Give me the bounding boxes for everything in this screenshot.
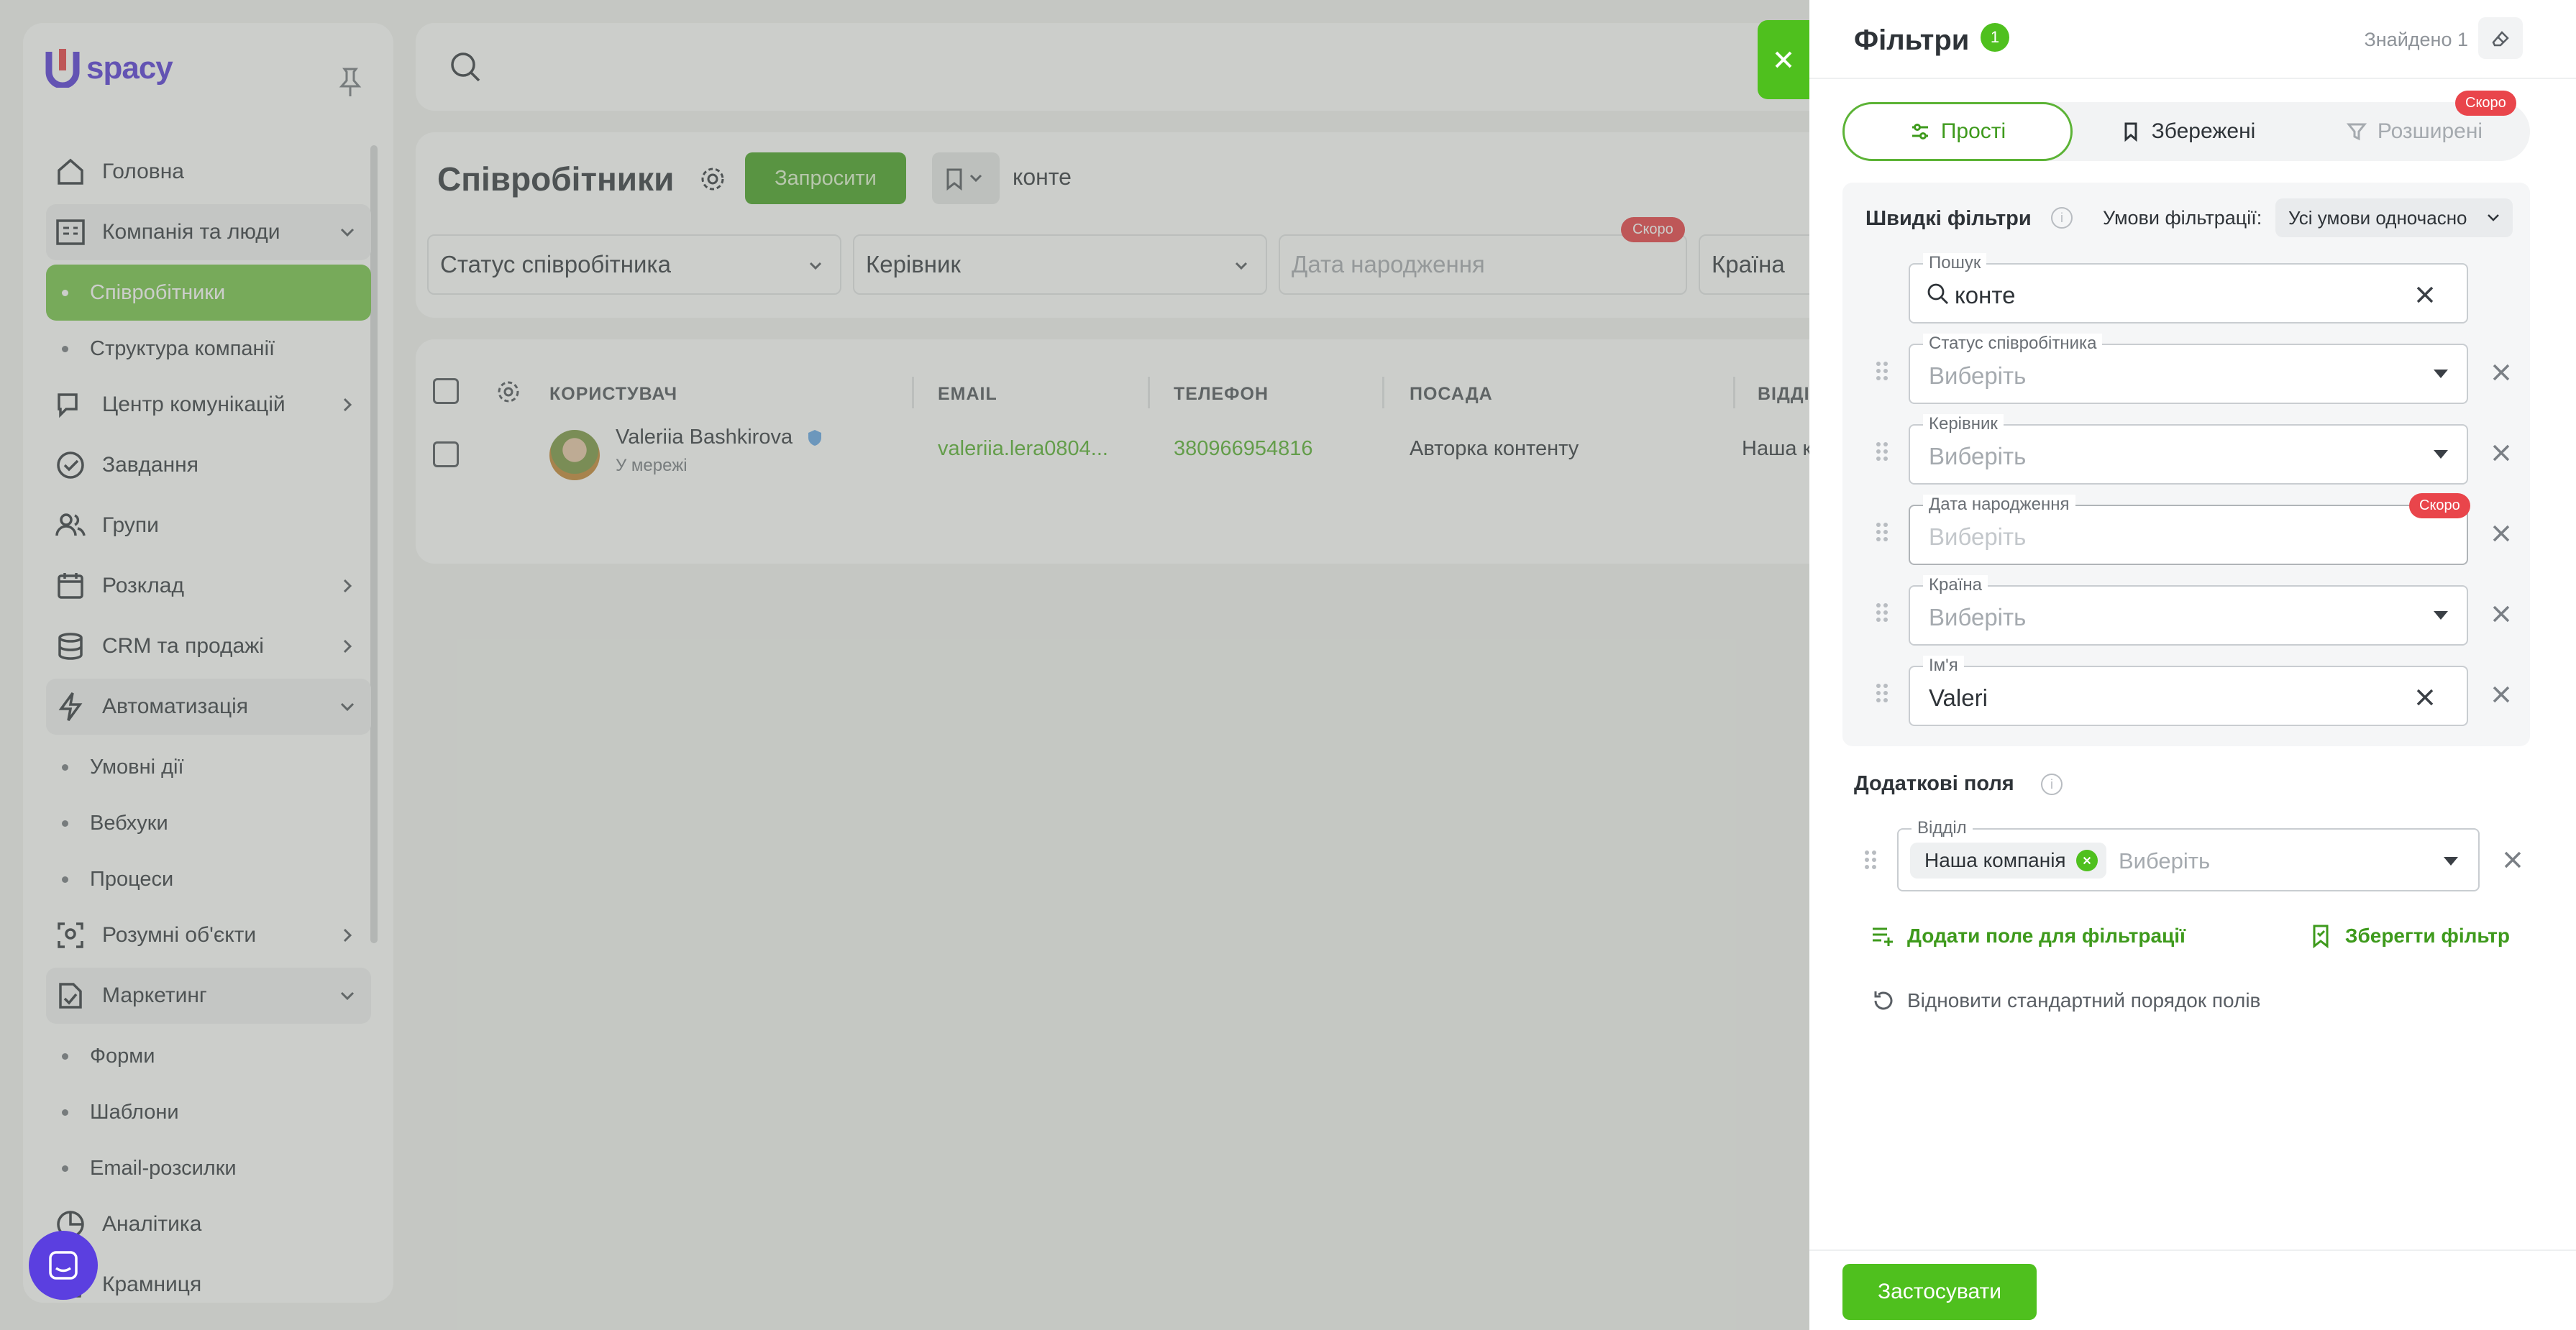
name-field[interactable]: Ім'я Valeri [1909,656,2468,726]
active-filters-count: 1 [1981,23,2009,52]
remove-field-icon[interactable] [2501,848,2524,871]
eraser-icon [2492,31,2509,47]
selected-chip: Наша компанія [1910,843,2106,879]
info-icon[interactable]: i [2041,774,2063,795]
remove-field-icon[interactable] [2490,441,2513,464]
remove-field-icon[interactable] [2490,602,2513,625]
bookmark-icon [2313,925,2329,949]
tab-saved[interactable]: Збережені [2080,102,2296,161]
chat-bubble-icon [49,1251,78,1280]
quick-search-field[interactable]: Пошук конте [1909,253,2468,324]
chip-label: Наша компанія [1924,849,2066,871]
remove-field-icon[interactable] [2490,683,2513,706]
drag-handle-icon[interactable] [1874,682,1890,705]
extra-fields-title: Додаткові поля [1854,772,2014,795]
name-value[interactable]: Valeri [1929,684,1988,712]
clear-filters-button[interactable] [2478,17,2523,59]
caret-down-icon [2434,450,2448,459]
filter-conditions-label: Умови фільтрації: [2103,207,2262,229]
reset-icon [1874,991,1893,1010]
support-chat-button[interactable] [29,1231,98,1300]
bookmark-icon [2124,122,2137,142]
drag-handle-icon[interactable] [1874,440,1890,463]
reset-field-order-label: Відновити стандартний порядок полів [1907,989,2261,1012]
add-filter-field-label: Додати поле для фільтрації [1907,925,2186,947]
add-filter-field-button[interactable]: Додати поле для фільтрації [1870,923,2186,949]
field-label: Дата народження [1923,495,2075,515]
tab-saved-label: Збережені [2151,119,2256,143]
tab-simple-label: Прості [1940,119,2006,143]
drag-handle-icon[interactable] [1863,848,1878,871]
status-select[interactable]: Статус співробітника Виберіть [1909,334,2468,404]
drawer-header: Фільтри 1 Знайдено 1 [1809,0,2576,79]
clear-icon[interactable] [2412,282,2438,308]
close-drawer-button[interactable] [1758,20,1809,99]
birthdate-placeholder: Виберіть [1929,523,2027,550]
clear-icon[interactable] [2412,684,2438,710]
department-placeholder: Виберіть [2119,848,2211,873]
save-filter-label: Зберегти фільтр [2344,925,2510,947]
filters-drawer: Фільтри 1 Знайдено 1 Прості Збережені Ро… [1809,0,2576,1330]
field-label: Статус співробітника [1923,334,2103,354]
field-label: Керівник [1923,414,2004,434]
field-label: Ім'я [1923,656,1964,676]
caret-down-icon [2434,370,2448,378]
department-select[interactable]: Відділ Наша компанія Виберіть [1897,818,2480,891]
manager-select[interactable]: Керівник Виберіть [1909,414,2468,485]
manager-placeholder: Виберіть [1929,443,2027,469]
filter-mode-tabs: Прості Збережені Розширені Скоро [1842,91,2530,161]
drag-handle-icon[interactable] [1874,520,1890,544]
birthdate-select[interactable]: Дата народження Виберіть [1909,495,2468,565]
sliders-icon [1912,124,1928,139]
close-icon [1775,51,1792,68]
found-count: Знайдено 1 [2364,29,2468,50]
info-icon[interactable]: i [2051,207,2073,229]
quick-filters-title: Швидкі фільтри [1865,207,2032,230]
filter-conditions-value: Усі умови одночасно [2288,206,2467,229]
filter-icon [2346,123,2367,141]
field-label: Пошук [1923,253,1987,273]
quick-filters-section: Швидкі фільтри i Умови фільтрації: Усі у… [1842,183,2530,746]
caret-down-icon [2434,611,2448,620]
remove-field-icon[interactable] [2490,361,2513,384]
tab-advanced-label: Розширені [2377,119,2483,143]
reset-field-order-button[interactable]: Відновити стандартний порядок полів [1870,988,2260,1014]
filter-conditions-select[interactable]: Усі умови одночасно [2275,198,2513,237]
caret-down-icon [2444,857,2458,866]
search-icon [1927,283,1948,304]
drawer-footer: Застосувати [1809,1249,2576,1330]
apply-button[interactable]: Застосувати [1842,1264,2037,1320]
drag-handle-icon[interactable] [1874,359,1890,382]
chevron-down-icon [2488,214,2499,221]
remove-field-icon[interactable] [2490,522,2513,545]
modal-backdrop[interactable] [0,0,1809,1330]
country-select[interactable]: Країна Виберіть [1909,575,2468,646]
field-label: Відділ [1912,818,1973,838]
soon-badge: Скоро [2455,91,2516,116]
country-placeholder: Виберіть [1929,604,2027,630]
quick-search-value[interactable]: конте [1955,282,2015,309]
soon-badge: Скоро [2409,493,2470,518]
chip-remove-icon[interactable] [2075,850,2098,871]
drawer-title: Фільтри [1854,24,1970,56]
add-list-icon [1873,927,1893,946]
status-placeholder: Виберіть [1929,362,2027,389]
save-filter-button[interactable]: Зберегти фільтр [2308,923,2510,949]
tab-simple[interactable]: Прості [1842,102,2073,161]
drag-handle-icon[interactable] [1874,601,1890,624]
field-label: Країна [1923,575,1988,595]
